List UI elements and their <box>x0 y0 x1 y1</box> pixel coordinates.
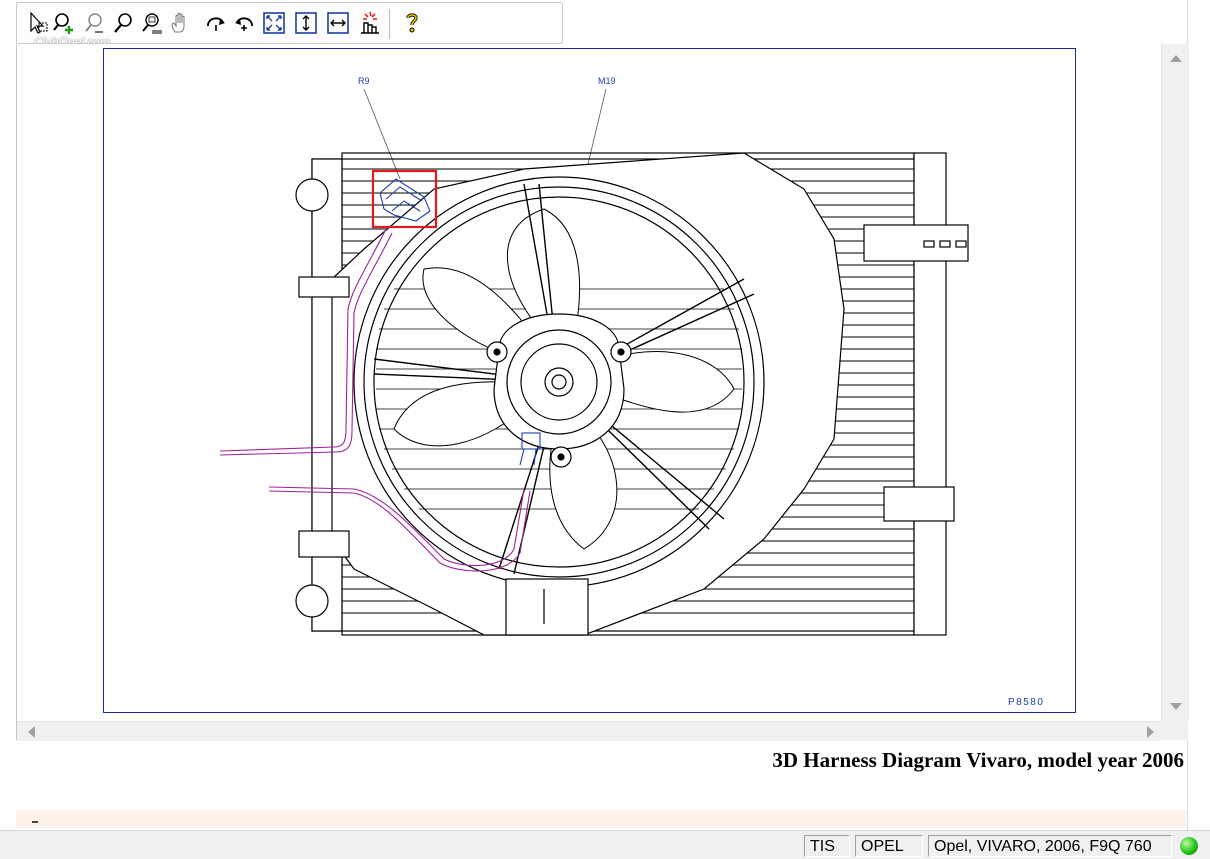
status-bar: TIS OPEL Opel, VIVARO, 2006, F9Q 760 <box>0 830 1210 859</box>
callout-m19[interactable]: M19 <box>598 76 616 86</box>
connection-status-icon <box>1180 837 1198 855</box>
harness-diagram[interactable]: R9 M19 P8580 <box>104 49 1075 712</box>
callout-r9[interactable]: R9 <box>358 76 370 86</box>
diagram-caption: 3D Harness Diagram Vivaro, model year 20… <box>772 748 1184 772</box>
vertical-scrollbar[interactable] <box>1161 44 1189 721</box>
rotate-left-icon[interactable] <box>231 9 257 37</box>
diagram-viewer[interactable]: R9 M19 P8580 <box>16 44 1189 741</box>
zoom-out-icon[interactable] <box>81 9 107 37</box>
help-icon[interactable] <box>399 9 425 37</box>
status-panel-make: OPEL <box>855 835 923 857</box>
info-bar <box>16 810 1186 828</box>
rotate-right-icon[interactable] <box>203 9 229 37</box>
scroll-left-icon[interactable] <box>21 722 41 741</box>
fit-width-icon[interactable] <box>325 9 351 37</box>
status-panel-vehicle: Opel, VIVARO, 2006, F9Q 760 <box>928 835 1172 857</box>
info-bar-mark <box>32 821 38 823</box>
scroll-up-icon[interactable] <box>1162 44 1189 72</box>
toolbar: ClubOpel.com <box>16 0 1186 49</box>
zoom-icon[interactable] <box>111 9 137 37</box>
zoom-in-icon[interactable] <box>51 9 77 37</box>
status-panel-system: TIS <box>804 835 850 857</box>
zoom-window-icon[interactable] <box>139 9 165 37</box>
horizontal-scrollbar[interactable] <box>17 721 1161 741</box>
fit-all-icon[interactable] <box>261 9 287 37</box>
pan-hand-icon[interactable] <box>167 9 193 37</box>
scroll-down-icon[interactable] <box>1162 693 1189 721</box>
fit-height-icon[interactable] <box>293 9 319 37</box>
scroll-right-icon[interactable] <box>1141 722 1161 741</box>
diagram-frame: R9 M19 P8580 <box>103 48 1076 713</box>
highlight-icon[interactable] <box>357 9 383 37</box>
left-margin <box>0 0 16 830</box>
select-pointer-icon[interactable] <box>25 9 51 37</box>
toolbar-separator <box>389 9 390 39</box>
right-margin <box>1187 0 1210 830</box>
scrollbar-corner <box>1161 721 1188 740</box>
drawing-reference: P8580 <box>1008 697 1044 708</box>
